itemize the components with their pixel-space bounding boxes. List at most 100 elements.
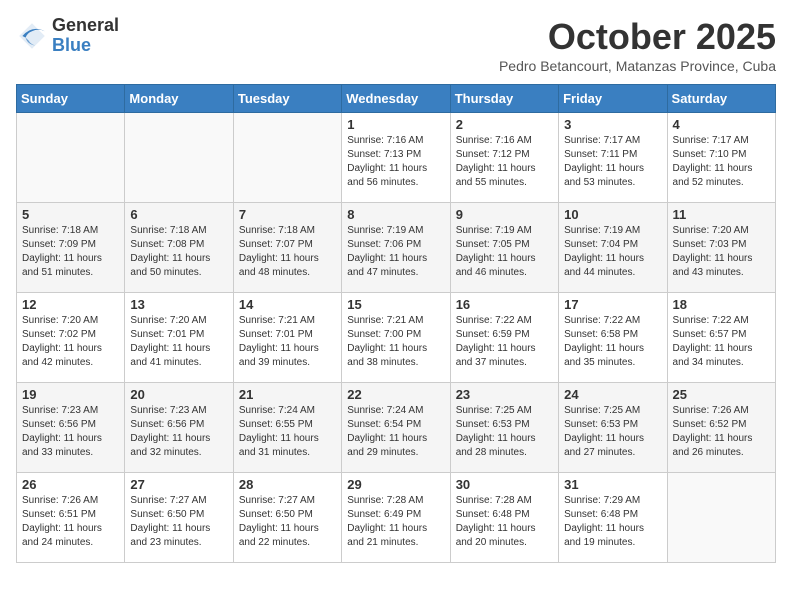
calendar-week-row: 1 Sunrise: 7:16 AM Sunset: 7:13 PM Daylig… <box>17 113 776 203</box>
day-number: 21 <box>239 387 336 402</box>
day-info: Sunrise: 7:20 AM Sunset: 7:01 PM Dayligh… <box>130 314 227 370</box>
day-info: Sunrise: 7:27 AM Sunset: 6:50 PM Dayligh… <box>239 494 336 550</box>
calendar-cell: 10 Sunrise: 7:19 AM Sunset: 7:04 PM Dayli… <box>559 203 667 293</box>
logo-blue-text: Blue <box>52 36 119 56</box>
day-info: Sunrise: 7:21 AM Sunset: 7:01 PM Dayligh… <box>239 314 336 370</box>
day-header-wednesday: Wednesday <box>342 85 450 113</box>
day-info: Sunrise: 7:25 AM Sunset: 6:53 PM Dayligh… <box>456 404 553 460</box>
day-info: Sunrise: 7:28 AM Sunset: 6:48 PM Dayligh… <box>456 494 553 550</box>
day-info: Sunrise: 7:20 AM Sunset: 7:03 PM Dayligh… <box>673 224 770 280</box>
day-header-sunday: Sunday <box>17 85 125 113</box>
day-info: Sunrise: 7:18 AM Sunset: 7:08 PM Dayligh… <box>130 224 227 280</box>
calendar-cell: 7 Sunrise: 7:18 AM Sunset: 7:07 PM Daylig… <box>233 203 341 293</box>
calendar-cell: 11 Sunrise: 7:20 AM Sunset: 7:03 PM Dayli… <box>667 203 775 293</box>
day-number: 25 <box>673 387 770 402</box>
day-info: Sunrise: 7:27 AM Sunset: 6:50 PM Dayligh… <box>130 494 227 550</box>
calendar-cell: 6 Sunrise: 7:18 AM Sunset: 7:08 PM Daylig… <box>125 203 233 293</box>
day-number: 10 <box>564 207 661 222</box>
day-info: Sunrise: 7:17 AM Sunset: 7:10 PM Dayligh… <box>673 134 770 190</box>
day-info: Sunrise: 7:24 AM Sunset: 6:54 PM Dayligh… <box>347 404 444 460</box>
calendar-cell: 4Sunrise: 7:17 AM Sunset: 7:10 PM Daylig… <box>667 113 775 203</box>
logo: General Blue <box>16 16 119 56</box>
day-number: 7 <box>239 207 336 222</box>
calendar-cell: 14 Sunrise: 7:21 AM Sunset: 7:01 PM Dayli… <box>233 293 341 383</box>
day-number: 24 <box>564 387 661 402</box>
day-header-monday: Monday <box>125 85 233 113</box>
calendar-cell: 27Sunrise: 7:27 AM Sunset: 6:50 PM Dayli… <box>125 473 233 563</box>
day-number: 8 <box>347 207 444 222</box>
calendar-table: SundayMondayTuesdayWednesdayThursdayFrid… <box>16 84 776 563</box>
calendar-cell: 3 Sunrise: 7:17 AM Sunset: 7:11 PM Daylig… <box>559 113 667 203</box>
day-number: 16 <box>456 297 553 312</box>
day-info: Sunrise: 7:16 AM Sunset: 7:13 PM Dayligh… <box>347 134 444 190</box>
day-info: Sunrise: 7:26 AM Sunset: 6:51 PM Dayligh… <box>22 494 119 550</box>
day-info: Sunrise: 7:29 AM Sunset: 6:48 PM Dayligh… <box>564 494 661 550</box>
day-number: 11 <box>673 207 770 222</box>
day-info: Sunrise: 7:23 AM Sunset: 6:56 PM Dayligh… <box>22 404 119 460</box>
title-block: October 2025 Pedro Betancourt, Matanzas … <box>499 16 776 74</box>
day-number: 23 <box>456 387 553 402</box>
day-info: Sunrise: 7:18 AM Sunset: 7:09 PM Dayligh… <box>22 224 119 280</box>
day-number: 19 <box>22 387 119 402</box>
calendar-cell: 23 Sunrise: 7:25 AM Sunset: 6:53 PM Dayli… <box>450 383 558 473</box>
day-info: Sunrise: 7:22 AM Sunset: 6:58 PM Dayligh… <box>564 314 661 370</box>
day-number: 31 <box>564 477 661 492</box>
calendar-cell: 31 Sunrise: 7:29 AM Sunset: 6:48 PM Dayli… <box>559 473 667 563</box>
day-number: 15 <box>347 297 444 312</box>
calendar-week-row: 12Sunrise: 7:20 AM Sunset: 7:02 PM Dayli… <box>17 293 776 383</box>
calendar-cell: 17 Sunrise: 7:22 AM Sunset: 6:58 PM Dayli… <box>559 293 667 383</box>
calendar-cell: 2Sunrise: 7:16 AM Sunset: 7:12 PM Daylig… <box>450 113 558 203</box>
logo-icon <box>16 20 48 52</box>
day-info: Sunrise: 7:28 AM Sunset: 6:49 PM Dayligh… <box>347 494 444 550</box>
day-info: Sunrise: 7:19 AM Sunset: 7:05 PM Dayligh… <box>456 224 553 280</box>
day-number: 3 <box>564 117 661 132</box>
calendar-cell <box>667 473 775 563</box>
day-number: 6 <box>130 207 227 222</box>
calendar-cell <box>17 113 125 203</box>
location-text: Pedro Betancourt, Matanzas Province, Cub… <box>499 58 776 74</box>
day-header-saturday: Saturday <box>667 85 775 113</box>
calendar-week-row: 19 Sunrise: 7:23 AM Sunset: 6:56 PM Dayli… <box>17 383 776 473</box>
calendar-cell: 19 Sunrise: 7:23 AM Sunset: 6:56 PM Dayli… <box>17 383 125 473</box>
day-info: Sunrise: 7:21 AM Sunset: 7:00 PM Dayligh… <box>347 314 444 370</box>
day-info: Sunrise: 7:20 AM Sunset: 7:02 PM Dayligh… <box>22 314 119 370</box>
day-header-tuesday: Tuesday <box>233 85 341 113</box>
day-info: Sunrise: 7:22 AM Sunset: 6:57 PM Dayligh… <box>673 314 770 370</box>
day-info: Sunrise: 7:23 AM Sunset: 6:56 PM Dayligh… <box>130 404 227 460</box>
day-info: Sunrise: 7:25 AM Sunset: 6:53 PM Dayligh… <box>564 404 661 460</box>
calendar-week-row: 5 Sunrise: 7:18 AM Sunset: 7:09 PM Daylig… <box>17 203 776 293</box>
day-number: 5 <box>22 207 119 222</box>
calendar-header-row: SundayMondayTuesdayWednesdayThursdayFrid… <box>17 85 776 113</box>
day-number: 26 <box>22 477 119 492</box>
day-number: 18 <box>673 297 770 312</box>
calendar-cell: 21 Sunrise: 7:24 AM Sunset: 6:55 PM Dayli… <box>233 383 341 473</box>
day-number: 1 <box>347 117 444 132</box>
calendar-cell: 20Sunrise: 7:23 AM Sunset: 6:56 PM Dayli… <box>125 383 233 473</box>
day-number: 22 <box>347 387 444 402</box>
calendar-cell: 13Sunrise: 7:20 AM Sunset: 7:01 PM Dayli… <box>125 293 233 383</box>
calendar-cell: 30 Sunrise: 7:28 AM Sunset: 6:48 PM Dayli… <box>450 473 558 563</box>
day-info: Sunrise: 7:24 AM Sunset: 6:55 PM Dayligh… <box>239 404 336 460</box>
calendar-cell: 5 Sunrise: 7:18 AM Sunset: 7:09 PM Daylig… <box>17 203 125 293</box>
day-number: 14 <box>239 297 336 312</box>
calendar-week-row: 26 Sunrise: 7:26 AM Sunset: 6:51 PM Dayli… <box>17 473 776 563</box>
day-number: 30 <box>456 477 553 492</box>
calendar-cell <box>125 113 233 203</box>
calendar-cell: 18 Sunrise: 7:22 AM Sunset: 6:57 PM Dayli… <box>667 293 775 383</box>
logo-general-text: General <box>52 16 119 36</box>
calendar-cell: 16 Sunrise: 7:22 AM Sunset: 6:59 PM Dayli… <box>450 293 558 383</box>
calendar-cell: 15 Sunrise: 7:21 AM Sunset: 7:00 PM Dayli… <box>342 293 450 383</box>
day-number: 2 <box>456 117 553 132</box>
day-info: Sunrise: 7:18 AM Sunset: 7:07 PM Dayligh… <box>239 224 336 280</box>
calendar-cell: 9Sunrise: 7:19 AM Sunset: 7:05 PM Daylig… <box>450 203 558 293</box>
day-info: Sunrise: 7:17 AM Sunset: 7:11 PM Dayligh… <box>564 134 661 190</box>
calendar-cell: 1 Sunrise: 7:16 AM Sunset: 7:13 PM Daylig… <box>342 113 450 203</box>
day-header-friday: Friday <box>559 85 667 113</box>
day-info: Sunrise: 7:22 AM Sunset: 6:59 PM Dayligh… <box>456 314 553 370</box>
page-header: General Blue October 2025 Pedro Betancou… <box>16 16 776 74</box>
month-title: October 2025 <box>499 16 776 58</box>
calendar-cell: 8Sunrise: 7:19 AM Sunset: 7:06 PM Daylig… <box>342 203 450 293</box>
day-info: Sunrise: 7:19 AM Sunset: 7:04 PM Dayligh… <box>564 224 661 280</box>
day-info: Sunrise: 7:26 AM Sunset: 6:52 PM Dayligh… <box>673 404 770 460</box>
day-number: 17 <box>564 297 661 312</box>
